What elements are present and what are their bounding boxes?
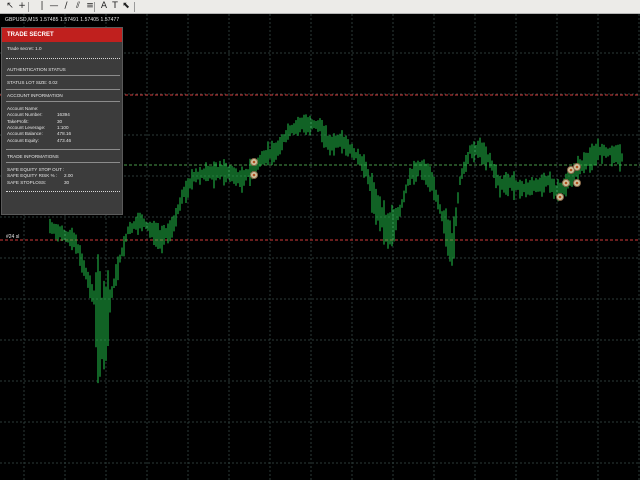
toolbar-separator bbox=[94, 2, 95, 12]
toolbar-separator bbox=[134, 2, 135, 12]
panel-divider bbox=[6, 149, 120, 150]
safe-row-label: SAFE STOPLOSS: bbox=[7, 179, 47, 185]
version-label: Trade secret: 1.0 bbox=[7, 46, 42, 51]
trade-marker-dot bbox=[252, 173, 256, 177]
safe-row-label: SAFE EQUITY STOP OUT : bbox=[7, 167, 65, 172]
trade-marker-dot bbox=[575, 165, 579, 169]
symbol-info: GBPUSD,M15 1.57485 1.57491 1.57405 1.574… bbox=[5, 17, 120, 23]
account-row-value: 478.16 bbox=[57, 131, 72, 137]
trade-marker-dot bbox=[575, 181, 579, 185]
account-row-value: 30 bbox=[57, 118, 63, 124]
trade-marker-dot bbox=[252, 160, 256, 164]
equidistant-channel-icon[interactable]: ⫽ bbox=[72, 1, 84, 12]
authentication-status: AUTHENTICATION STATUS bbox=[7, 67, 66, 72]
safe-row-value: 30 bbox=[64, 179, 70, 185]
account-row-label: Account Name: bbox=[7, 106, 39, 111]
vertical-line-icon[interactable]: | bbox=[36, 1, 48, 12]
toolbar-separator bbox=[28, 2, 29, 12]
account-row-label: TakeProfit: bbox=[7, 118, 29, 124]
arrows-icon[interactable]: ⬉ bbox=[120, 1, 132, 12]
trendline-icon[interactable]: / bbox=[60, 1, 72, 12]
account-information-heading: ACCOUNT INFORMATION bbox=[7, 93, 63, 98]
trade-marker-dot bbox=[564, 181, 568, 185]
horizontal-line-icon[interactable]: — bbox=[48, 1, 60, 12]
account-row-value: 16394 bbox=[57, 112, 70, 118]
panel-divider bbox=[6, 101, 120, 102]
chart-toolbar: ↖ + | — / ⫽ ≡ A T ⬉ bbox=[0, 0, 640, 14]
trade-marker-dot bbox=[569, 168, 573, 172]
crosshair-icon[interactable]: + bbox=[16, 1, 28, 12]
order-price-label: #24 sl bbox=[6, 234, 20, 240]
panel-divider bbox=[6, 191, 120, 192]
account-row-value: 473.46 bbox=[57, 137, 72, 143]
account-row-label: Account Leverage: bbox=[7, 124, 46, 130]
panel-divider bbox=[6, 89, 120, 90]
cursor-icon[interactable]: ↖ bbox=[4, 1, 16, 12]
trade-informations-heading: TRADE INFORMATIONS bbox=[7, 154, 59, 159]
panel-divider bbox=[6, 58, 120, 59]
account-row-label: Account Number: bbox=[7, 112, 43, 118]
trade-marker-dot bbox=[558, 195, 562, 199]
panel-divider bbox=[6, 75, 120, 76]
panel-title: TRADE SECRET bbox=[2, 28, 122, 42]
panel-divider bbox=[6, 162, 120, 163]
account-row-label: Account Equity: bbox=[7, 137, 39, 143]
account-row-label: Account Balance: bbox=[7, 131, 43, 137]
trade-secret-panel: TRADE SECRET Trade secret: 1.0 AUTHENTIC… bbox=[1, 27, 123, 215]
status-lot-size: STATUS LOT SIZE: 0.02 bbox=[7, 80, 58, 85]
safe-row-value: 2.00 bbox=[64, 173, 73, 179]
safe-row-label: SAFE EQUITY RISK % : bbox=[7, 173, 58, 179]
account-row-value: 1:100 bbox=[57, 124, 69, 130]
